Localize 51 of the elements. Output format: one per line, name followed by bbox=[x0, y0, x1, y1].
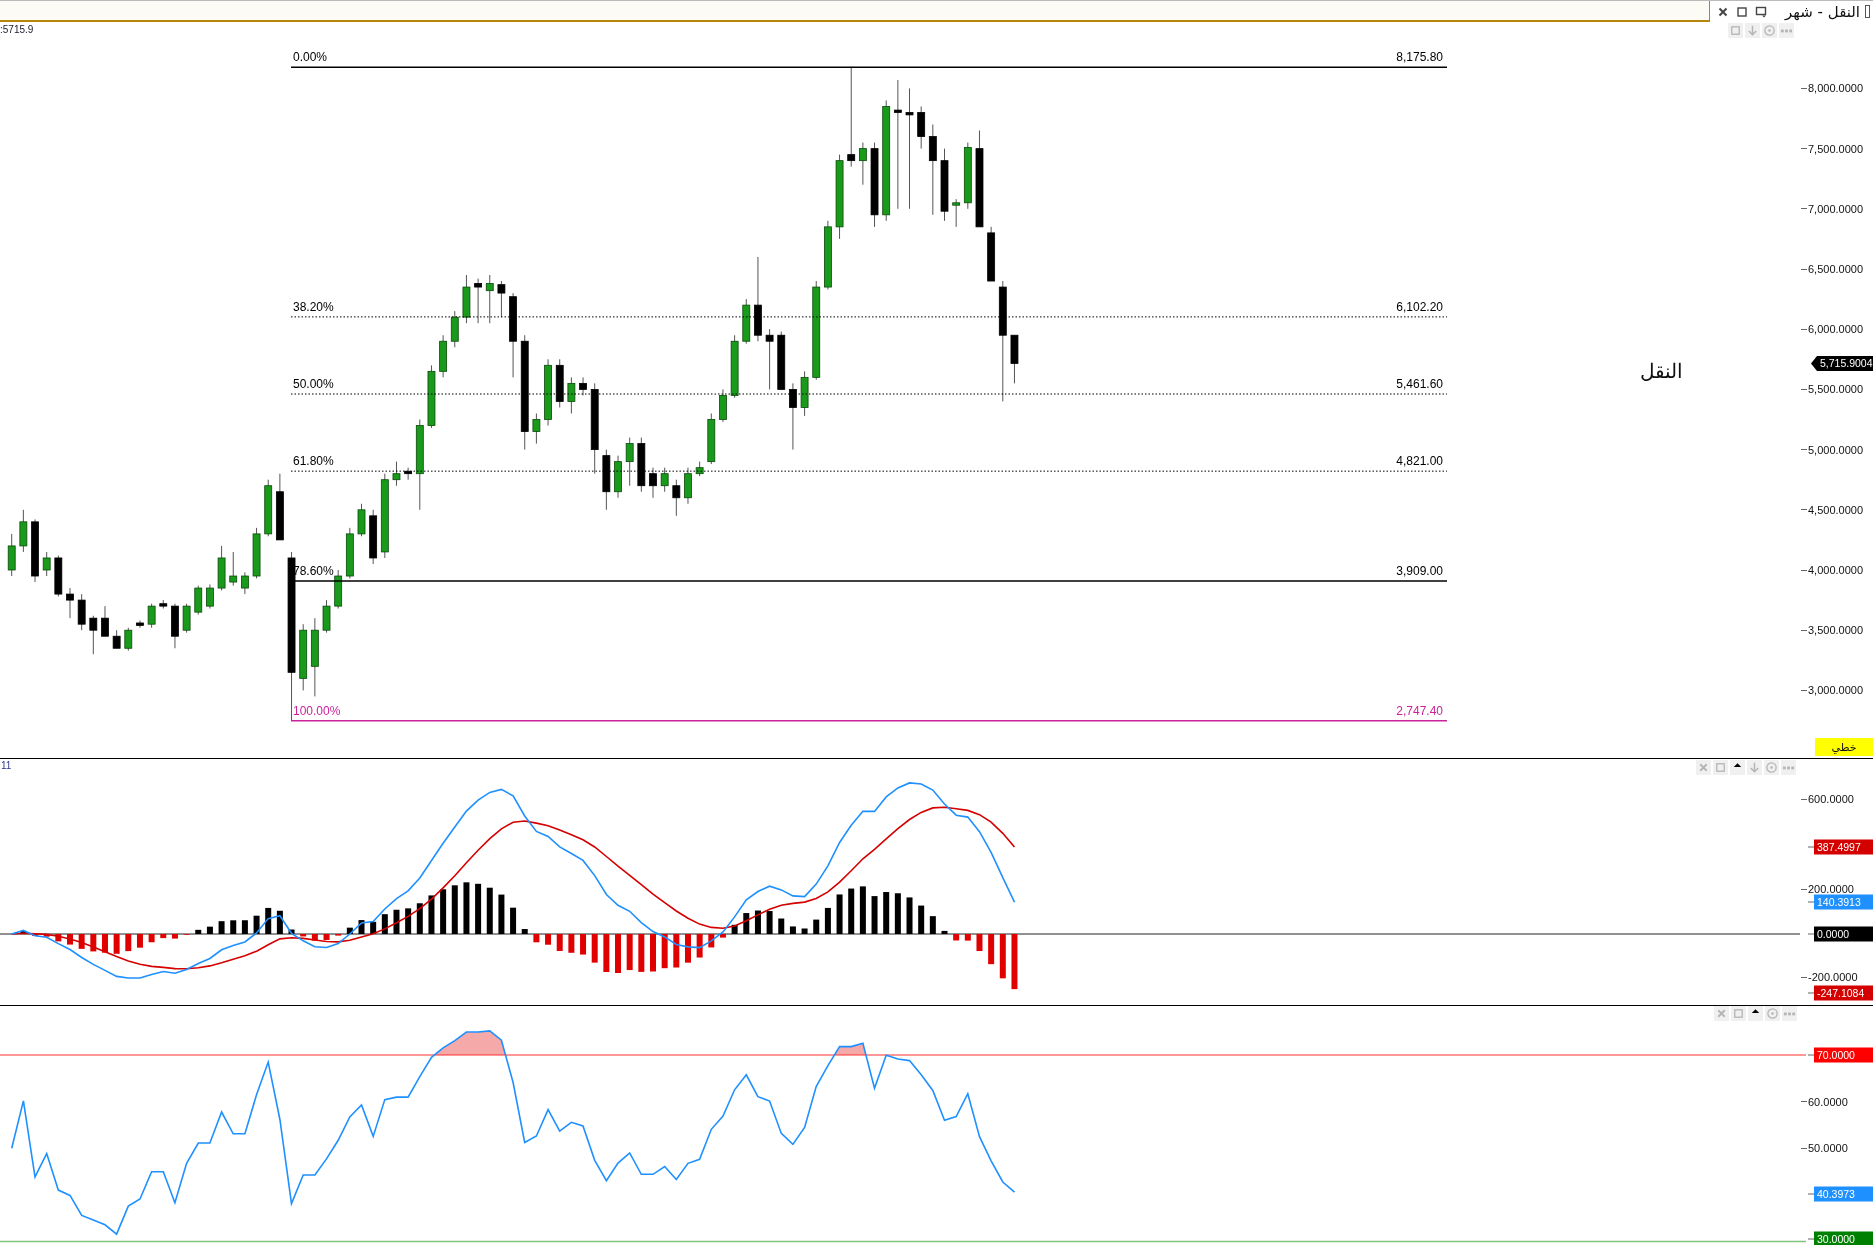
fib-price-label: 2,747.40 bbox=[1396, 703, 1443, 718]
restore-icon[interactable] bbox=[1754, 4, 1768, 19]
up-arrow-icon[interactable] bbox=[1730, 760, 1745, 775]
axis-label: 5,500.0000 bbox=[1808, 383, 1864, 396]
axis-label: 3,500.0000 bbox=[1808, 624, 1864, 637]
axis-label: 7,500.0000 bbox=[1808, 142, 1864, 155]
fib-percent-label: 0.00% bbox=[293, 50, 328, 65]
fib-percent-label: 38.20% bbox=[293, 299, 334, 314]
axis-label: 4,000.0000 bbox=[1808, 564, 1864, 576]
value-tag: 0.0000 bbox=[1814, 926, 1873, 942]
scale-button[interactable]: خطي bbox=[1815, 738, 1873, 756]
axis-label: 8,000.0000 bbox=[1808, 82, 1864, 95]
axis-label: 5,000.0000 bbox=[1808, 443, 1864, 456]
input-field[interactable] bbox=[0, 1, 1710, 22]
axis-label: 50.0000 bbox=[1808, 1142, 1848, 1154]
fib-price-label: 3,909.00 bbox=[1396, 563, 1443, 578]
axis-label: 7,000.0000 bbox=[1808, 202, 1864, 215]
axis-label: 6,000.0000 bbox=[1808, 323, 1864, 336]
axis-label: 4,500.0000 bbox=[1808, 503, 1864, 516]
target-icon[interactable] bbox=[1764, 760, 1779, 775]
fib-percent-label: 78.60% bbox=[293, 563, 334, 578]
more-icon[interactable] bbox=[1782, 1006, 1797, 1021]
fib-price-label: 5,461.60 bbox=[1396, 377, 1443, 391]
window-title: النقل - شهر bbox=[1785, 2, 1860, 21]
fib-price-label: 8,175.80 bbox=[1396, 50, 1443, 65]
price-tag: 5,715.9004 bbox=[1811, 356, 1873, 371]
value-tag: 387.4997 bbox=[1814, 839, 1873, 855]
window-icon bbox=[1865, 5, 1870, 18]
value-tag: 140.3913 bbox=[1814, 894, 1873, 910]
axis-label: 60.0000 bbox=[1808, 1095, 1848, 1108]
fib-price-label: 6,102.20 bbox=[1396, 299, 1443, 314]
value-tag: -247.1084 bbox=[1814, 985, 1873, 1001]
symbol-label: النقل bbox=[1640, 359, 1683, 383]
value-tag: 70.0000 bbox=[1814, 1047, 1873, 1063]
maximize-icon[interactable] bbox=[1735, 4, 1749, 19]
fib-percent-label: 61.80% bbox=[293, 454, 334, 469]
fib-price-label: 4,821.00 bbox=[1396, 454, 1443, 469]
axis-label: 6,500.0000 bbox=[1808, 263, 1864, 275]
value-tag: 30.0000 bbox=[1814, 1231, 1873, 1245]
more-icon[interactable] bbox=[1781, 760, 1796, 775]
up-arrow-icon[interactable] bbox=[1748, 1006, 1763, 1021]
more-icon[interactable] bbox=[1779, 23, 1794, 38]
value-tag: 40.3973 bbox=[1814, 1186, 1873, 1202]
axis-label: 3,000.0000 bbox=[1808, 684, 1864, 697]
indicator-label: 11 bbox=[1, 760, 12, 771]
price-readout: :5715.9 bbox=[0, 24, 34, 35]
axis-label: 600.0000 bbox=[1808, 793, 1854, 805]
axis-label: 200.0000 bbox=[1808, 883, 1854, 895]
axis-label: -200.0000 bbox=[1808, 971, 1858, 983]
fib-percent-label: 50.00% bbox=[293, 377, 334, 391]
fib-percent-label: 100.00% bbox=[293, 703, 341, 718]
